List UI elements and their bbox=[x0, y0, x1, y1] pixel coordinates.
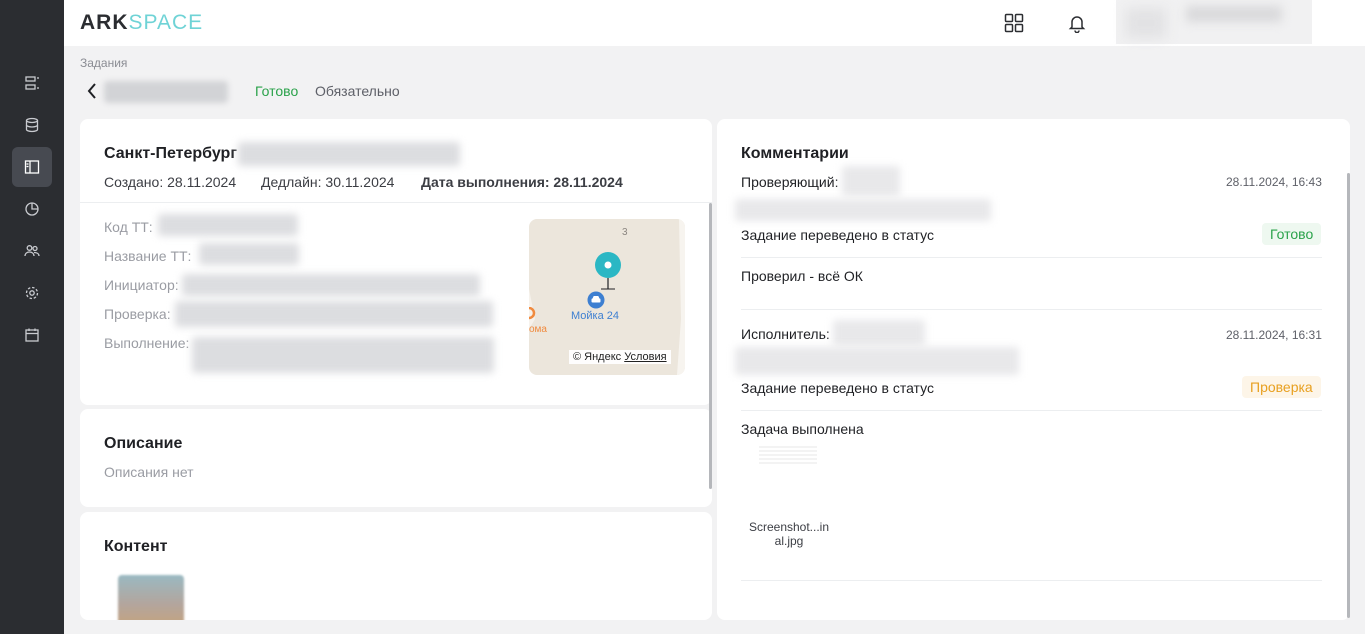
sidebar-item-users[interactable] bbox=[12, 231, 52, 271]
user-profile[interactable] bbox=[1116, 0, 1312, 44]
status-badge-required: Обязательно bbox=[315, 83, 400, 99]
field-code-label: Код ТТ: bbox=[104, 219, 153, 235]
divider bbox=[741, 580, 1322, 581]
description-title: Описание bbox=[104, 435, 183, 452]
field-execution-label: Выполнение: bbox=[104, 335, 190, 351]
map-copyright-text: © Яндекс bbox=[573, 351, 622, 363]
notifications-button[interactable] bbox=[1065, 11, 1089, 35]
pie-chart-icon bbox=[25, 202, 39, 216]
created-date: Создано: 28.11.2024 bbox=[104, 174, 237, 190]
list-icon bbox=[25, 76, 39, 90]
task-city: Санкт-Петербург bbox=[104, 145, 237, 162]
comment-status-badge: Проверка bbox=[1242, 376, 1321, 398]
address-redacted bbox=[238, 142, 460, 166]
gear-icon bbox=[25, 286, 39, 300]
user-name-redacted bbox=[1186, 6, 1282, 22]
field-name-label: Название ТТ: bbox=[104, 248, 192, 264]
comment-subtitle-redacted bbox=[735, 199, 991, 221]
bell-icon bbox=[1068, 16, 1086, 33]
database-icon bbox=[25, 117, 39, 133]
description-text: Описания нет bbox=[104, 464, 194, 480]
map-place-label: Мойка 24 bbox=[571, 310, 620, 322]
comment-timestamp: 28.11.2024, 16:31 bbox=[1226, 328, 1322, 342]
left-scrollbar[interactable] bbox=[709, 203, 712, 489]
sidebar-item-tasks[interactable] bbox=[12, 147, 52, 187]
logo-dark-text: ARK bbox=[80, 11, 129, 34]
attachment-file-name[interactable]: Screenshot...in al.jpg bbox=[743, 520, 835, 548]
right-scrollbar[interactable] bbox=[1347, 173, 1350, 618]
status-badge-done: Готово bbox=[255, 83, 299, 99]
map-terms-link[interactable]: Условия bbox=[624, 351, 666, 363]
comments-title: Комментарии bbox=[741, 145, 849, 162]
calendar-icon bbox=[25, 328, 39, 342]
content-title: Контент bbox=[104, 538, 168, 555]
logo-light-text: SPACE bbox=[128, 11, 204, 34]
breadcrumb[interactable]: Задания bbox=[80, 56, 127, 70]
task-info-card: Санкт-Петербург Создано: 28.11.2024 Дедл… bbox=[80, 119, 712, 405]
field-code-value bbox=[158, 214, 298, 236]
grid-icon bbox=[1004, 13, 1024, 33]
sidebar-item-calendar[interactable] bbox=[12, 315, 52, 355]
panel-icon bbox=[24, 160, 40, 174]
field-name-value bbox=[199, 243, 299, 265]
completion-date: Дата выполнения: 28.11.2024 bbox=[421, 174, 623, 190]
sidebar-item-database[interactable] bbox=[12, 105, 52, 145]
comment-subtitle-redacted bbox=[735, 347, 1019, 375]
deadline-date: Дедлайн: 30.11.2024 bbox=[261, 174, 395, 190]
map-poi-icon bbox=[529, 307, 536, 320]
sidebar-item-settings[interactable] bbox=[12, 273, 52, 313]
attachment-thumbnail[interactable] bbox=[759, 446, 817, 464]
task-title-redacted bbox=[104, 81, 228, 103]
avatar bbox=[1126, 8, 1166, 38]
comment-status-text: Задание переведено в статус bbox=[741, 380, 934, 396]
comment-status-badge: Готово bbox=[1262, 223, 1322, 245]
content-thumbnail[interactable] bbox=[118, 575, 184, 620]
comment-author-role: Исполнитель: bbox=[741, 326, 830, 342]
comment-author-redacted bbox=[842, 166, 900, 196]
content-card: Контент bbox=[80, 512, 712, 620]
users-icon bbox=[24, 245, 40, 257]
chevron-left-icon bbox=[87, 83, 96, 99]
car-wash-icon bbox=[587, 291, 605, 309]
divider bbox=[80, 202, 712, 203]
comments-card: Комментарии Проверяющий: 28.11.2024, 16:… bbox=[717, 119, 1350, 620]
comment-message: Проверил - всё ОК bbox=[741, 268, 863, 284]
field-initiator-value bbox=[182, 274, 480, 296]
divider bbox=[741, 410, 1322, 411]
comment-timestamp: 28.11.2024, 16:43 bbox=[1226, 175, 1322, 189]
field-execution-value bbox=[192, 337, 494, 373]
comment-author-redacted bbox=[833, 320, 925, 346]
field-check-label: Проверка: bbox=[104, 306, 171, 322]
field-check-value bbox=[175, 301, 493, 327]
logo[interactable]: ARKSPACE bbox=[80, 11, 203, 35]
back-button[interactable] bbox=[82, 80, 102, 102]
map-copyright: © Яндекс Условия bbox=[569, 350, 671, 364]
divider bbox=[741, 309, 1322, 310]
location-map[interactable]: 3 Мойка 24 ома © Яндекс Условия bbox=[529, 219, 685, 375]
apps-grid-button[interactable] bbox=[1002, 11, 1026, 35]
sidebar-item-list[interactable] bbox=[12, 63, 52, 103]
divider bbox=[741, 257, 1322, 258]
comment-author-role: Проверяющий: bbox=[741, 174, 839, 190]
map-pin-icon bbox=[595, 252, 621, 290]
topbar: ARKSPACE bbox=[64, 0, 1365, 46]
field-initiator-label: Инициатор: bbox=[104, 277, 179, 293]
map-poi-label: ома bbox=[529, 324, 547, 335]
sidebar bbox=[0, 0, 64, 634]
comment-message: Задача выполнена bbox=[741, 421, 864, 437]
description-card: Описание Описания нет bbox=[80, 409, 712, 507]
map-house-number: 3 bbox=[622, 227, 628, 238]
sidebar-item-reports[interactable] bbox=[12, 189, 52, 229]
comment-status-text: Задание переведено в статус bbox=[741, 227, 934, 243]
